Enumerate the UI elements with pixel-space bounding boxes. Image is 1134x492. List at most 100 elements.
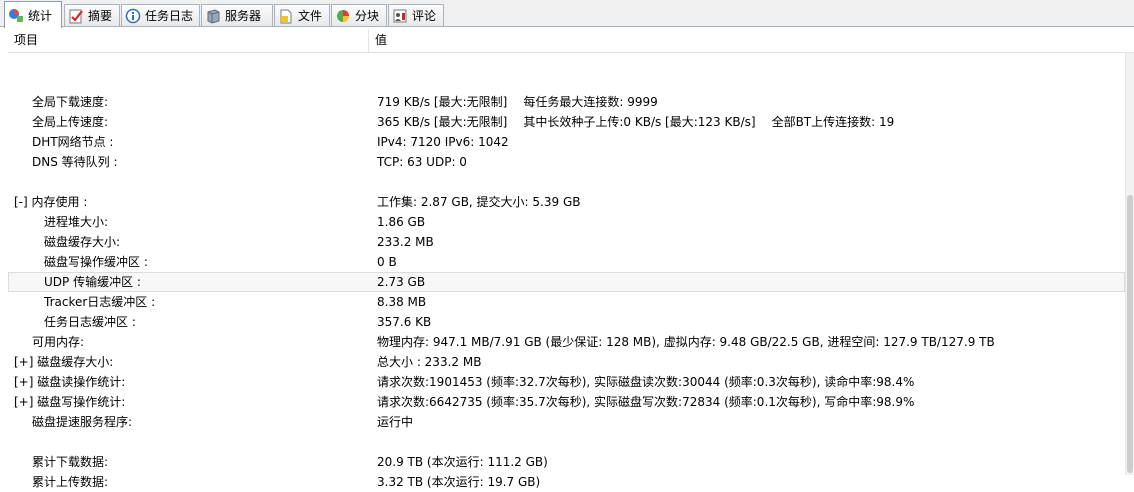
tab-6[interactable]: 分块 (331, 4, 387, 26)
tab-label: 统计 (28, 8, 53, 23)
row-item-label: 磁盘提速服务程序: (32, 415, 133, 429)
row-value-part: 总大小 : 233.2 MB (377, 355, 482, 369)
table-row[interactable]: 磁盘提速服务程序: 运行中 (8, 412, 1125, 432)
table-row[interactable]: 全局下载速度: 719 KB/s [最大:无限制] 每任务最大连接数: 9999 (8, 92, 1125, 112)
row-value: TCP: 63 UDP: 0 (377, 152, 483, 172)
row-value-part: 请求次数:6642735 (频率:35.7次每秒), 实际磁盘写次数:72834… (377, 395, 915, 409)
summary-icon (68, 8, 84, 24)
stats-icon (8, 7, 24, 23)
row-item-label: 可用内存: (32, 335, 85, 349)
row-value: 365 KB/s [最大:无限制] 其中长效种子上传:0 KB/s [最大:123… (377, 112, 910, 132)
row-value: 719 KB/s [最大:无限制] 每任务最大连接数: 9999 (377, 92, 674, 112)
tab-7[interactable]: 评论 (388, 4, 444, 26)
row-value-part: 365 KB/s [最大:无限制] (377, 115, 508, 129)
row-value: 1.86 GB (377, 212, 441, 232)
row-value-part: TCP: 63 UDP: 0 (377, 155, 467, 169)
row-value: 3.32 TB (本次运行: 19.7 GB) (377, 472, 556, 492)
row-item-label: 任务日志缓冲区 : (44, 315, 136, 329)
row-value-part: 运行中 (377, 415, 414, 429)
row-item-label: Tracker日志缓冲区 : (44, 295, 156, 309)
vertical-scrollbar[interactable] (1125, 53, 1134, 475)
table-row[interactable]: 可用内存: 物理内存: 947.1 MB/7.91 GB (最少保证: 128 M… (8, 332, 1125, 352)
table-row[interactable]: 磁盘缓存大小: 233.2 MB (8, 232, 1125, 252)
row-item-label: DHT网络节点 : (32, 135, 114, 149)
row-item-label: 全局下载速度: (32, 95, 109, 109)
table-row[interactable]: DHT网络节点 : IPv4: 7120 IPv6: 1042 (8, 132, 1125, 152)
row-value-part: 357.6 KB (377, 315, 432, 329)
comment-icon (392, 8, 408, 24)
row-value: 233.2 MB (377, 232, 450, 252)
row-value: 总大小 : 233.2 MB (377, 352, 497, 372)
row-value: 0 B (377, 252, 413, 272)
table-row[interactable] (8, 432, 1125, 452)
file-icon (278, 8, 294, 24)
tab-1[interactable]: 统计 (4, 1, 62, 28)
row-value-part: 2.73 GB (377, 275, 426, 289)
pie-icon (335, 8, 351, 24)
table-row[interactable]: 进程堆大小: 1.86 GB (8, 212, 1125, 232)
tab-label: 服务器 (225, 9, 262, 23)
table-row[interactable]: [+] 磁盘缓存大小: 总大小 : 233.2 MB (8, 352, 1125, 372)
tab-4[interactable]: 服务器 (201, 4, 273, 26)
table-row[interactable]: DNS 等待队列 : TCP: 63 UDP: 0 (8, 152, 1125, 172)
row-value-part: IPv4: 7120 IPv6: 1042 (377, 135, 509, 149)
row-value-part: 1.86 GB (377, 215, 426, 229)
row-value-part: 3.32 TB (本次运行: 19.7 GB) (377, 475, 541, 489)
table-header: 项目 值 (8, 29, 1134, 53)
row-value-part: 20.9 TB (本次运行: 111.2 GB) (377, 455, 548, 469)
row-value-part: 8.38 MB (377, 295, 427, 309)
row-value-part: 每任务最大连接数: 9999 (523, 95, 658, 109)
row-value-part: 物理内存: 947.1 MB/7.91 GB (最少保证: 128 MB), 虚… (377, 335, 995, 349)
row-value: 请求次数:6642735 (频率:35.7次每秒), 实际磁盘写次数:72834… (377, 392, 930, 412)
row-value-part: 全部BT上传连接数: 19 (771, 115, 895, 129)
tab-label: 分块 (355, 9, 380, 23)
table-row[interactable]: 任务日志缓冲区 : 357.6 KB (8, 312, 1125, 332)
table-row[interactable]: 累计上传数据: 3.32 TB (本次运行: 19.7 GB) (8, 472, 1125, 492)
info-icon (125, 8, 141, 24)
tab-label: 摘要 (88, 9, 113, 23)
table-row[interactable]: UDP 传输缓冲区 : 2.73 GB (8, 272, 1125, 292)
column-header-value[interactable]: 值 (369, 29, 1129, 52)
row-value-part: 719 KB/s [最大:无限制] (377, 95, 508, 109)
row-value: IPv4: 7120 IPv6: 1042 (377, 132, 525, 152)
row-value-part: 其中长效种子上传:0 KB/s [最大:123 KB/s] (523, 115, 756, 129)
table-row[interactable]: 全局上传速度: 365 KB/s [最大:无限制] 其中长效种子上传:0 KB/s … (8, 112, 1125, 132)
row-item-label: 磁盘缓存大小: (44, 235, 121, 249)
row-item-label: [+] 磁盘读操作统计: (14, 375, 126, 389)
tab-bar: 统计 摘要 任务日志 服务器 文件 分块 评论 (0, 0, 1134, 28)
stats-table-body: 全局下载速度: 719 KB/s [最大:无限制] 每任务最大连接数: 9999 全局… (8, 72, 1125, 492)
table-row[interactable]: Tracker日志缓冲区 : 8.38 MB (8, 292, 1125, 312)
row-item-label: 全局上传速度: (32, 115, 109, 129)
table-row[interactable]: 磁盘写操作缓冲区 : 0 B (8, 252, 1125, 272)
scrollbar-thumb[interactable] (1127, 195, 1133, 473)
row-item-label: [+] 磁盘写操作统计: (14, 395, 126, 409)
row-value: 运行中 (377, 412, 429, 432)
row-value-part: 233.2 MB (377, 235, 434, 249)
table-row[interactable]: [+] 磁盘读操作统计: 请求次数:1901453 (频率:32.7次每秒), 实… (8, 372, 1125, 392)
table-row[interactable]: [+] 磁盘写操作统计: 请求次数:6642735 (频率:35.7次每秒), 实… (8, 392, 1125, 412)
row-item-label: 进程堆大小: (44, 215, 109, 229)
table-row[interactable]: 累计下载数据: 20.9 TB (本次运行: 111.2 GB) (8, 452, 1125, 472)
row-item-label: 磁盘写操作缓冲区 : (44, 255, 148, 269)
row-item-label: [+] 磁盘缓存大小: (14, 355, 114, 369)
tab-5[interactable]: 文件 (274, 4, 330, 26)
tab-2[interactable]: 摘要 (64, 4, 120, 26)
tab-3[interactable]: 任务日志 (121, 4, 200, 26)
table-row[interactable] (8, 72, 1125, 92)
row-value: 工作集: 2.87 GB, 提交大小: 5.39 GB (377, 192, 596, 212)
tab-label: 文件 (298, 9, 323, 23)
table-row[interactable] (8, 172, 1125, 192)
column-header-item[interactable]: 项目 (8, 29, 369, 52)
row-value-part: 请求次数:1901453 (频率:32.7次每秒), 实际磁盘读次数:30044… (377, 375, 915, 389)
row-item-label: 累计上传数据: (32, 475, 109, 489)
row-value-part: 0 B (377, 255, 397, 269)
tab-label: 任务日志 (145, 9, 194, 23)
row-value: 请求次数:1901453 (频率:32.7次每秒), 实际磁盘读次数:30044… (377, 372, 930, 392)
row-value-part: 工作集: 2.87 GB, 提交大小: 5.39 GB (377, 195, 581, 209)
row-value: 2.73 GB (377, 272, 441, 292)
row-value: 8.38 MB (377, 292, 442, 312)
row-item-label: 累计下载数据: (32, 455, 109, 469)
server-icon (205, 8, 221, 24)
row-value: 20.9 TB (本次运行: 111.2 GB) (377, 452, 564, 472)
table-row[interactable]: [-] 内存使用 : 工作集: 2.87 GB, 提交大小: 5.39 GB (8, 192, 1125, 212)
